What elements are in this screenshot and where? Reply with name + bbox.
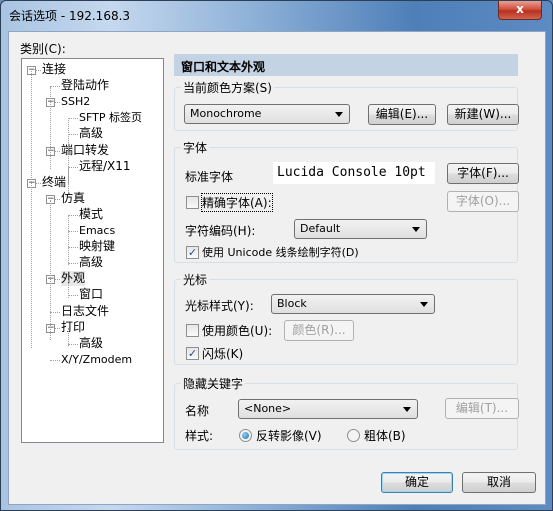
tree-guide-line — [68, 280, 69, 298]
encoding-label: 字符编码(H): — [185, 224, 256, 238]
reverse-video-label: 反转影像(V) — [256, 429, 322, 443]
encoding-value: Default — [300, 222, 341, 235]
tree-item[interactable]: 高级 — [79, 255, 103, 270]
tree-connector — [68, 263, 78, 265]
cancel-button[interactable]: 取消 — [462, 472, 536, 493]
font-group: 字体 标准字体 Lucida Console 10pt 字体(F)... 精确字… — [174, 139, 519, 263]
keyword-name-select[interactable]: <None> — [238, 399, 418, 419]
session-options-window: 会话选项 - 192.168.3 x 类别(C): − 连接 登陆动作 − SSH2 SF… — [0, 0, 553, 511]
tree-connector — [68, 231, 78, 232]
tree-connector — [68, 214, 78, 216]
standard-font-preview: Lucida Console 10pt — [273, 162, 435, 184]
title-bar[interactable]: 会话选项 - 192.168.3 x — [1, 1, 552, 31]
close-button[interactable]: x — [498, 1, 542, 20]
tree-guide-line — [31, 183, 32, 348]
tree-item[interactable]: SFTP 标签页 — [79, 110, 142, 125]
category-label: 类别(C): — [20, 42, 66, 56]
keyword-name-label: 名称 — [185, 404, 210, 418]
unicode-checkbox[interactable]: ✓ — [186, 246, 199, 259]
color-scheme-value: Monochrome — [190, 107, 262, 120]
precise-font-checkbox[interactable] — [186, 196, 199, 209]
tree-guide-line — [50, 200, 51, 340]
new-scheme-button[interactable]: 新建(W)... — [447, 104, 519, 125]
color-scheme-title: 当前颜色方案(S) — [181, 79, 274, 96]
tree-guide-line — [50, 87, 51, 169]
tree-connector — [68, 134, 78, 136]
blink-label: 闪烁(K) — [202, 347, 244, 361]
tree-item[interactable]: 登陆动作 — [61, 78, 109, 93]
tree-connector — [68, 166, 78, 168]
close-icon: x — [516, 2, 524, 16]
tree-connector — [68, 247, 78, 249]
chevron-down-icon — [403, 407, 411, 412]
tree-item[interactable]: 模式 — [79, 207, 103, 222]
use-color-checkbox[interactable] — [186, 324, 199, 337]
tree-connector — [68, 118, 78, 120]
tree-item[interactable]: SSH2 — [61, 94, 90, 109]
precise-font-button[interactable]: 字体(O)... — [447, 191, 519, 212]
cursor-style-value: Block — [277, 297, 307, 310]
color-scheme-select[interactable]: Monochrome — [184, 104, 350, 124]
check-icon: ✓ — [187, 246, 198, 259]
tree-connector — [50, 311, 60, 313]
dialog-client-area: 类别(C): − 连接 登陆动作 − SSH2 SFTP 标签页 高级 − 端口转发 远程/X11… — [8, 31, 546, 505]
keyword-style-label: 样式: — [185, 429, 214, 443]
tree-item[interactable]: 窗口 — [79, 287, 103, 302]
font-group-title: 字体 — [181, 139, 210, 156]
tree-connector — [68, 295, 78, 297]
keyword-name-value: <None> — [244, 402, 292, 415]
chevron-down-icon — [412, 227, 420, 232]
tree-item[interactable]: 仿真 — [61, 191, 85, 206]
tree-item[interactable]: 连接 — [42, 62, 66, 77]
blink-checkbox[interactable]: ✓ — [186, 347, 199, 360]
unicode-label: 使用 Unicode 线条绘制字符(D) — [202, 246, 359, 259]
cursor-style-select[interactable]: Block — [271, 294, 435, 314]
tree-guide-line — [31, 71, 32, 184]
tree-item[interactable]: X/Y/Zmodem — [61, 352, 132, 367]
ok-button[interactable]: 确定 — [381, 472, 453, 493]
bold-radio[interactable] — [347, 429, 360, 442]
font-button[interactable]: 字体(F)... — [447, 163, 519, 184]
tree-connector — [50, 359, 60, 361]
cursor-color-button[interactable]: 颜色(R)... — [284, 320, 354, 341]
tree-item[interactable]: 高级 — [79, 336, 103, 351]
keywords-group: 隐藏关键字 名称 <None> 编辑(T)... 样式: 反转影像(V) 粗体(… — [174, 375, 519, 450]
standard-font-label: 标准字体 — [185, 170, 234, 184]
chevron-down-icon — [335, 112, 343, 117]
bold-label: 粗体(B) — [364, 429, 406, 443]
tree-connector — [68, 343, 78, 345]
use-color-label: 使用颜色(U): — [202, 324, 273, 338]
keywords-group-title: 隐藏关键字 — [181, 375, 246, 392]
tree-item[interactable]: 打印 — [61, 320, 85, 335]
encoding-select[interactable]: Default — [294, 219, 427, 239]
precise-font-label: 精确字体(A): — [201, 193, 273, 212]
color-scheme-group: 当前颜色方案(S) Monochrome 编辑(E)... 新建(W)... — [174, 79, 519, 131]
keyword-edit-button[interactable]: 编辑(T)... — [445, 398, 519, 419]
edit-scheme-button[interactable]: 编辑(E)... — [368, 104, 436, 125]
tree-guide-line — [68, 328, 69, 346]
window-title: 会话选项 - 192.168.3 — [9, 9, 131, 23]
tree-item[interactable]: 映射键 — [79, 239, 115, 254]
tree-item[interactable]: 日志文件 — [61, 304, 109, 319]
chevron-down-icon — [420, 302, 428, 307]
panel-title: 窗口和文本外观 — [174, 54, 518, 76]
reverse-video-radio[interactable] — [239, 429, 252, 442]
tree-item[interactable]: 远程/X11 — [79, 159, 131, 174]
cursor-group-title: 光标 — [181, 271, 210, 288]
cursor-style-label: 光标样式(Y): — [185, 299, 254, 313]
tree-guide-line — [68, 215, 69, 265]
tree-item[interactable]: Emacs — [79, 223, 115, 238]
tree-item[interactable]: 高级 — [79, 126, 103, 141]
cursor-group: 光标 光标样式(Y): Block 使用颜色(U): 颜色(R)... ✓ 闪烁… — [174, 271, 518, 365]
tree-guide-line — [68, 166, 69, 184]
tree-item[interactable]: 外观 — [61, 271, 86, 287]
check-icon: ✓ — [187, 347, 198, 360]
tree-connector — [50, 86, 60, 88]
category-tree[interactable]: − 连接 登陆动作 − SSH2 SFTP 标签页 高级 − 端口转发 远程/X11− 终端 − 仿真模… — [21, 58, 164, 443]
tree-item[interactable]: 终端 — [42, 175, 66, 190]
